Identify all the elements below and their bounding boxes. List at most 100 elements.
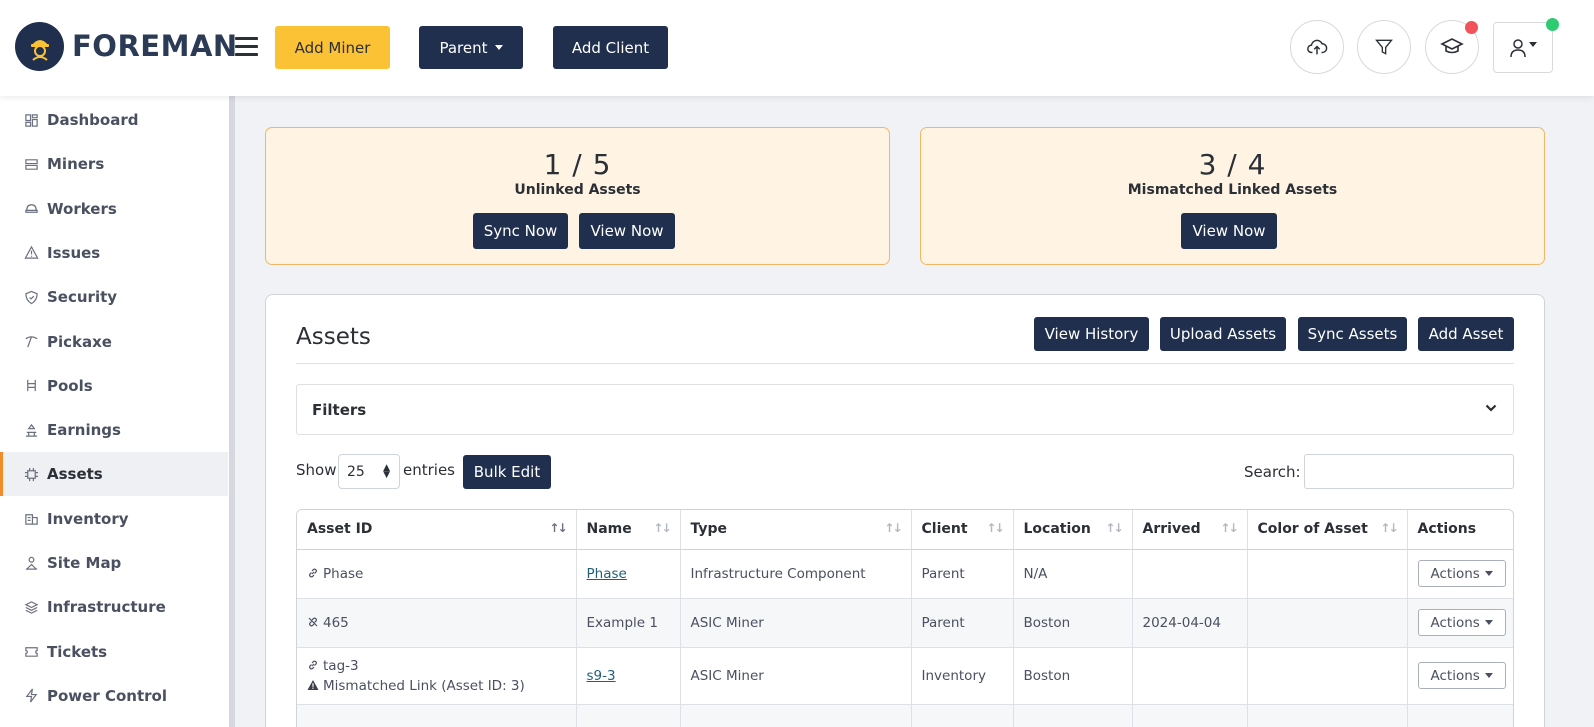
sidebar-item-site-map[interactable]: Site Map: [0, 541, 228, 585]
asset-id-text: 465: [323, 614, 349, 631]
sidebar-item-label: Pickaxe: [47, 332, 112, 351]
top-bar: FOREMAN Add Miner Parent Add Client: [0, 0, 1594, 96]
cell-actions: [1407, 704, 1513, 727]
sidebar-item-pickaxe[interactable]: Pickaxe: [0, 320, 228, 364]
column-header-actions: Actions: [1407, 510, 1513, 550]
cell-arrived: [1132, 647, 1248, 705]
sidebar-item-label: Security: [47, 288, 118, 307]
layers-icon: [23, 599, 39, 615]
actions-label: Actions: [1430, 614, 1480, 631]
sync-assets-label: Sync Assets: [1307, 325, 1398, 343]
sidebar-item-assets[interactable]: Assets: [0, 452, 228, 497]
cloud-upload-button[interactable]: [1290, 20, 1344, 74]
parent-dropdown-button[interactable]: Parent: [419, 26, 523, 69]
user-menu-button[interactable]: [1493, 22, 1553, 73]
actions-dropdown-button[interactable]: Actions: [1417, 609, 1506, 636]
sitemap-icon: [23, 555, 39, 571]
bulk-edit-button[interactable]: Bulk Edit: [463, 455, 551, 489]
caret-down-icon: [494, 45, 503, 50]
link-icon: [309, 568, 317, 577]
sidebar-item-dashboard[interactable]: Dashboard: [0, 98, 228, 142]
sidebar-item-earnings[interactable]: Earnings: [0, 408, 228, 452]
column-header-name[interactable]: Name ↑↓: [576, 510, 681, 550]
sidebar-item-label: Tickets: [47, 642, 108, 661]
caret-down-icon: [1529, 42, 1537, 47]
asset-name-link[interactable]: s9-3: [587, 668, 616, 684]
bulk-edit-label: Bulk Edit: [473, 463, 541, 481]
filter-icon: [1375, 39, 1393, 55]
entries-select[interactable]: 25 ▲ ▼: [338, 454, 400, 489]
menu-toggle-icon[interactable]: [235, 37, 258, 56]
sidebar-item-label: Assets: [47, 465, 103, 484]
view-history-label: View History: [1044, 325, 1139, 343]
online-status-dot: [1546, 18, 1559, 31]
sidebar-item-miners[interactable]: Miners: [0, 142, 228, 186]
sidebar-item-pools[interactable]: Pools: [0, 364, 228, 408]
cell-actions: Actions: [1407, 647, 1513, 705]
actions-dropdown-button[interactable]: Actions: [1417, 662, 1506, 689]
assets-icon: [23, 466, 39, 482]
sidebar-item-workers[interactable]: Workers: [0, 187, 228, 231]
sort-icon: ↑↓: [1220, 521, 1238, 535]
sidebar-item-label: Issues: [47, 243, 101, 262]
asset-id-text: tag-3: [323, 657, 359, 674]
upload-assets-button[interactable]: Upload Assets: [1160, 317, 1286, 351]
add-client-button[interactable]: Add Client: [553, 26, 668, 69]
workers-icon: [23, 201, 39, 217]
column-header-location[interactable]: Location ↑↓: [1013, 510, 1133, 550]
cell-client: [911, 704, 1014, 727]
sidebar-item-security[interactable]: Security: [0, 275, 228, 319]
filter-button[interactable]: [1357, 20, 1411, 74]
caret-down-icon: [1484, 673, 1493, 678]
cell-asset-id: Phase: [297, 549, 577, 599]
add-asset-button[interactable]: Add Asset: [1418, 317, 1514, 351]
sidebar-item-infrastructure[interactable]: Infrastructure: [0, 585, 228, 629]
view-now-mismatched-button[interactable]: View Now: [1181, 213, 1277, 249]
sidebar-item-inventory[interactable]: Inventory: [0, 497, 228, 541]
sidebar-item-power-control[interactable]: Power Control: [0, 674, 228, 718]
sidebar-item-label: Site Map: [47, 554, 122, 572]
sync-now-button[interactable]: Sync Now: [473, 213, 568, 249]
sidebar-item-label: Earnings: [47, 421, 121, 440]
column-header-client[interactable]: Client ↑↓: [911, 510, 1014, 550]
column-header-asset-id[interactable]: Asset ID ↑↓: [297, 510, 577, 550]
sidebar-item-label: Pools: [47, 376, 93, 395]
add-asset-label: Add Asset: [1428, 325, 1504, 343]
cloud-upload-icon: [1307, 39, 1328, 55]
column-header-color[interactable]: Color of Asset ↑↓: [1247, 510, 1408, 550]
link-icon: [309, 660, 317, 669]
sidebar-item-label: Miners: [47, 155, 105, 174]
mismatched-count: 3 / 4: [1198, 148, 1267, 181]
cell-color: [1247, 549, 1408, 599]
sidebar-scrollbar[interactable]: [229, 96, 235, 727]
actions-dropdown-button[interactable]: Actions: [1417, 560, 1506, 587]
search-input[interactable]: [1304, 454, 1514, 489]
asset-name-link[interactable]: Phase: [587, 566, 627, 582]
column-header-type[interactable]: Type ↑↓: [680, 510, 912, 550]
mismatched-assets-card: 3 / 4 Mismatched Linked Assets View Now: [920, 127, 1545, 265]
cell-type: ASIC Miner: [680, 598, 912, 648]
actions-label: Actions: [1430, 667, 1480, 684]
view-history-button[interactable]: View History: [1034, 317, 1149, 351]
foreman-logo-icon[interactable]: [15, 22, 64, 71]
column-header-arrived[interactable]: Arrived ↑↓: [1132, 510, 1248, 550]
unlinked-label: Unlinked Assets: [514, 182, 641, 198]
column-label: Actions: [1417, 521, 1477, 538]
sidebar-item-tickets[interactable]: Tickets: [0, 630, 228, 674]
sync-now-label: Sync Now: [483, 222, 558, 240]
sidebar-item-label: Infrastructure: [47, 598, 166, 617]
view-now-unlinked-button[interactable]: View Now: [579, 213, 675, 249]
select-arrows-icon: ▲ ▼: [383, 463, 390, 480]
sidebar-item-label: Dashboard: [47, 111, 139, 129]
assets-table: Asset ID ↑↓ Name ↑↓ Type ↑↓ Client ↑↓ Locati…: [296, 509, 1514, 727]
actions-label: Actions: [1430, 565, 1480, 582]
add-miner-button[interactable]: Add Miner: [275, 26, 390, 69]
column-label: Arrived: [1142, 521, 1201, 538]
sort-icon: ↑↓: [1105, 521, 1123, 535]
filters-toggle[interactable]: Filters: [296, 384, 1514, 435]
table-row: Phase Phase Infrastructure Component Par…: [297, 549, 1513, 599]
sync-assets-button[interactable]: Sync Assets: [1298, 317, 1407, 351]
sidebar-item-issues[interactable]: Issues: [0, 231, 228, 275]
cell-arrived: [1132, 704, 1248, 727]
show-label: Show: [296, 461, 337, 479]
